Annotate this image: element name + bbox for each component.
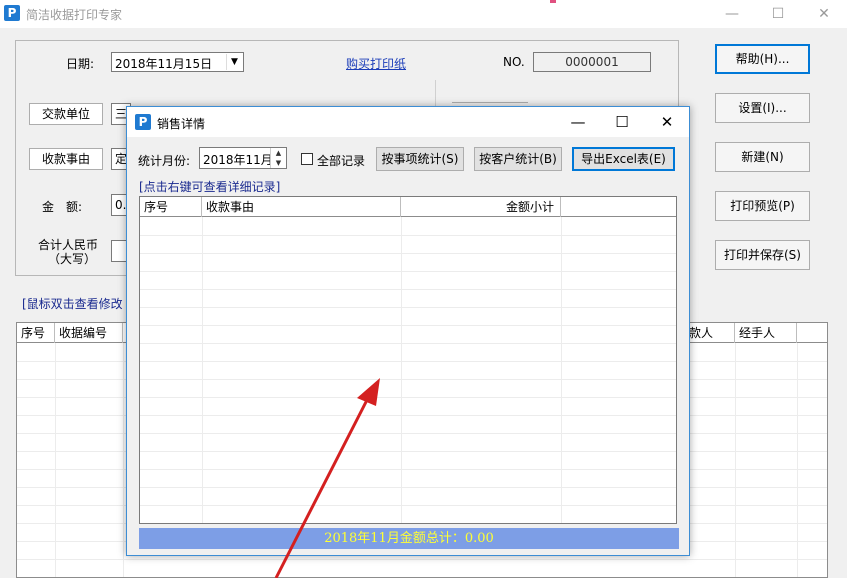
grid-line — [561, 217, 562, 523]
spin-down-icon[interactable]: ▼ — [270, 158, 286, 168]
column-header[interactable]: 经手人 — [735, 323, 797, 343]
grid-line — [140, 325, 676, 326]
new-button[interactable]: 新建(N) — [715, 142, 810, 172]
main-maximize-button[interactable]: ☐ — [755, 0, 801, 28]
grid-line — [17, 559, 827, 560]
print-save-button[interactable]: 打印并保存(S) — [715, 240, 810, 270]
month-label: 统计月份: — [138, 154, 191, 168]
date-picker[interactable]: 2018年11月15日 ▼ — [111, 52, 244, 72]
grid-line — [140, 415, 676, 416]
amount-label: 金 额: — [42, 200, 83, 214]
stat-by-customer-button[interactable]: 按客户统计(B) — [474, 147, 562, 171]
reason-button[interactable]: 收款事由 — [29, 148, 103, 170]
column-header[interactable]: 款人 — [685, 323, 735, 343]
column-header[interactable]: 收款事由 — [202, 197, 401, 217]
dialog-title: 销售详情 — [157, 117, 206, 131]
grid-line — [140, 505, 676, 506]
grid-line — [140, 253, 676, 254]
title-accent-mark — [550, 0, 556, 3]
column-header[interactable]: 金额小计 — [401, 197, 561, 217]
buy-paper-link[interactable]: 购买打印纸 — [346, 55, 406, 72]
stat-by-item-button[interactable]: 按事项统计(S) — [376, 147, 464, 171]
column-header[interactable]: 序号 — [17, 323, 55, 343]
main-minimize-button[interactable]: — — [709, 0, 755, 28]
grid-line — [401, 217, 402, 523]
column-header[interactable]: 序号 — [140, 197, 202, 217]
payer-button[interactable]: 交款单位 — [29, 103, 103, 125]
main-close-button[interactable]: ✕ — [801, 0, 847, 28]
grid-line — [140, 289, 676, 290]
dialog-hint: [点击右键可查看详细记录] — [139, 180, 281, 194]
help-button[interactable]: 帮助(H)... — [715, 44, 810, 74]
chevron-down-icon[interactable]: ▼ — [226, 54, 242, 70]
month-value: 2018年11月 — [203, 153, 273, 167]
spin-up-icon[interactable]: ▲ — [270, 148, 286, 158]
grid-line — [140, 469, 676, 470]
grid-line — [140, 397, 676, 398]
grid-line — [140, 343, 676, 344]
grid-line — [202, 217, 203, 523]
grid-line — [140, 433, 676, 434]
sales-details-dialog: P 销售详情 — ☐ ✕ 统计月份: 2018年11月 ▲ ▼ 全部记录 按事项… — [126, 106, 690, 556]
settings-button[interactable]: 设置(I)... — [715, 93, 810, 123]
total-rmb-sublabel: （大写） — [48, 252, 97, 266]
receipt-number-field[interactable]: 0000001 — [533, 52, 651, 72]
dialog-close-button[interactable]: ✕ — [644, 107, 690, 137]
month-spinner[interactable]: 2018年11月 ▲ ▼ — [199, 147, 287, 169]
grid-line — [140, 451, 676, 452]
main-window-title: 简洁收据打印专家 — [26, 8, 123, 22]
export-excel-button[interactable]: 导出Excel表(E) — [572, 147, 675, 171]
dialog-minimize-button[interactable]: — — [555, 107, 601, 137]
grid-line — [140, 307, 676, 308]
dialog-maximize-button[interactable]: ☐ — [599, 107, 645, 137]
grid-line — [140, 361, 676, 362]
grid-line — [140, 235, 676, 236]
main-grid-hint: [鼠标双击查看修改 — [22, 297, 123, 311]
no-label: NO. — [503, 55, 525, 69]
month-total-bar: 2018年11月金额总计：0.00 — [139, 528, 679, 549]
all-records-checkbox[interactable] — [301, 153, 313, 165]
column-header[interactable]: 收据编号 — [55, 323, 123, 343]
date-label: 日期: — [66, 57, 95, 71]
sales-summary-table[interactable]: 序号 收款事由 金额小计 — [139, 196, 677, 524]
table-header: 序号 收款事由 金额小计 — [140, 197, 676, 217]
date-value: 2018年11月15日 — [115, 57, 213, 71]
grid-line — [140, 379, 676, 380]
print-preview-button[interactable]: 打印预览(P) — [715, 191, 810, 221]
grid-line — [140, 487, 676, 488]
grid-line — [140, 271, 676, 272]
all-records-label: 全部记录 — [317, 154, 366, 168]
dialog-app-icon: P — [135, 114, 151, 130]
app-logo-icon: P — [4, 5, 20, 21]
